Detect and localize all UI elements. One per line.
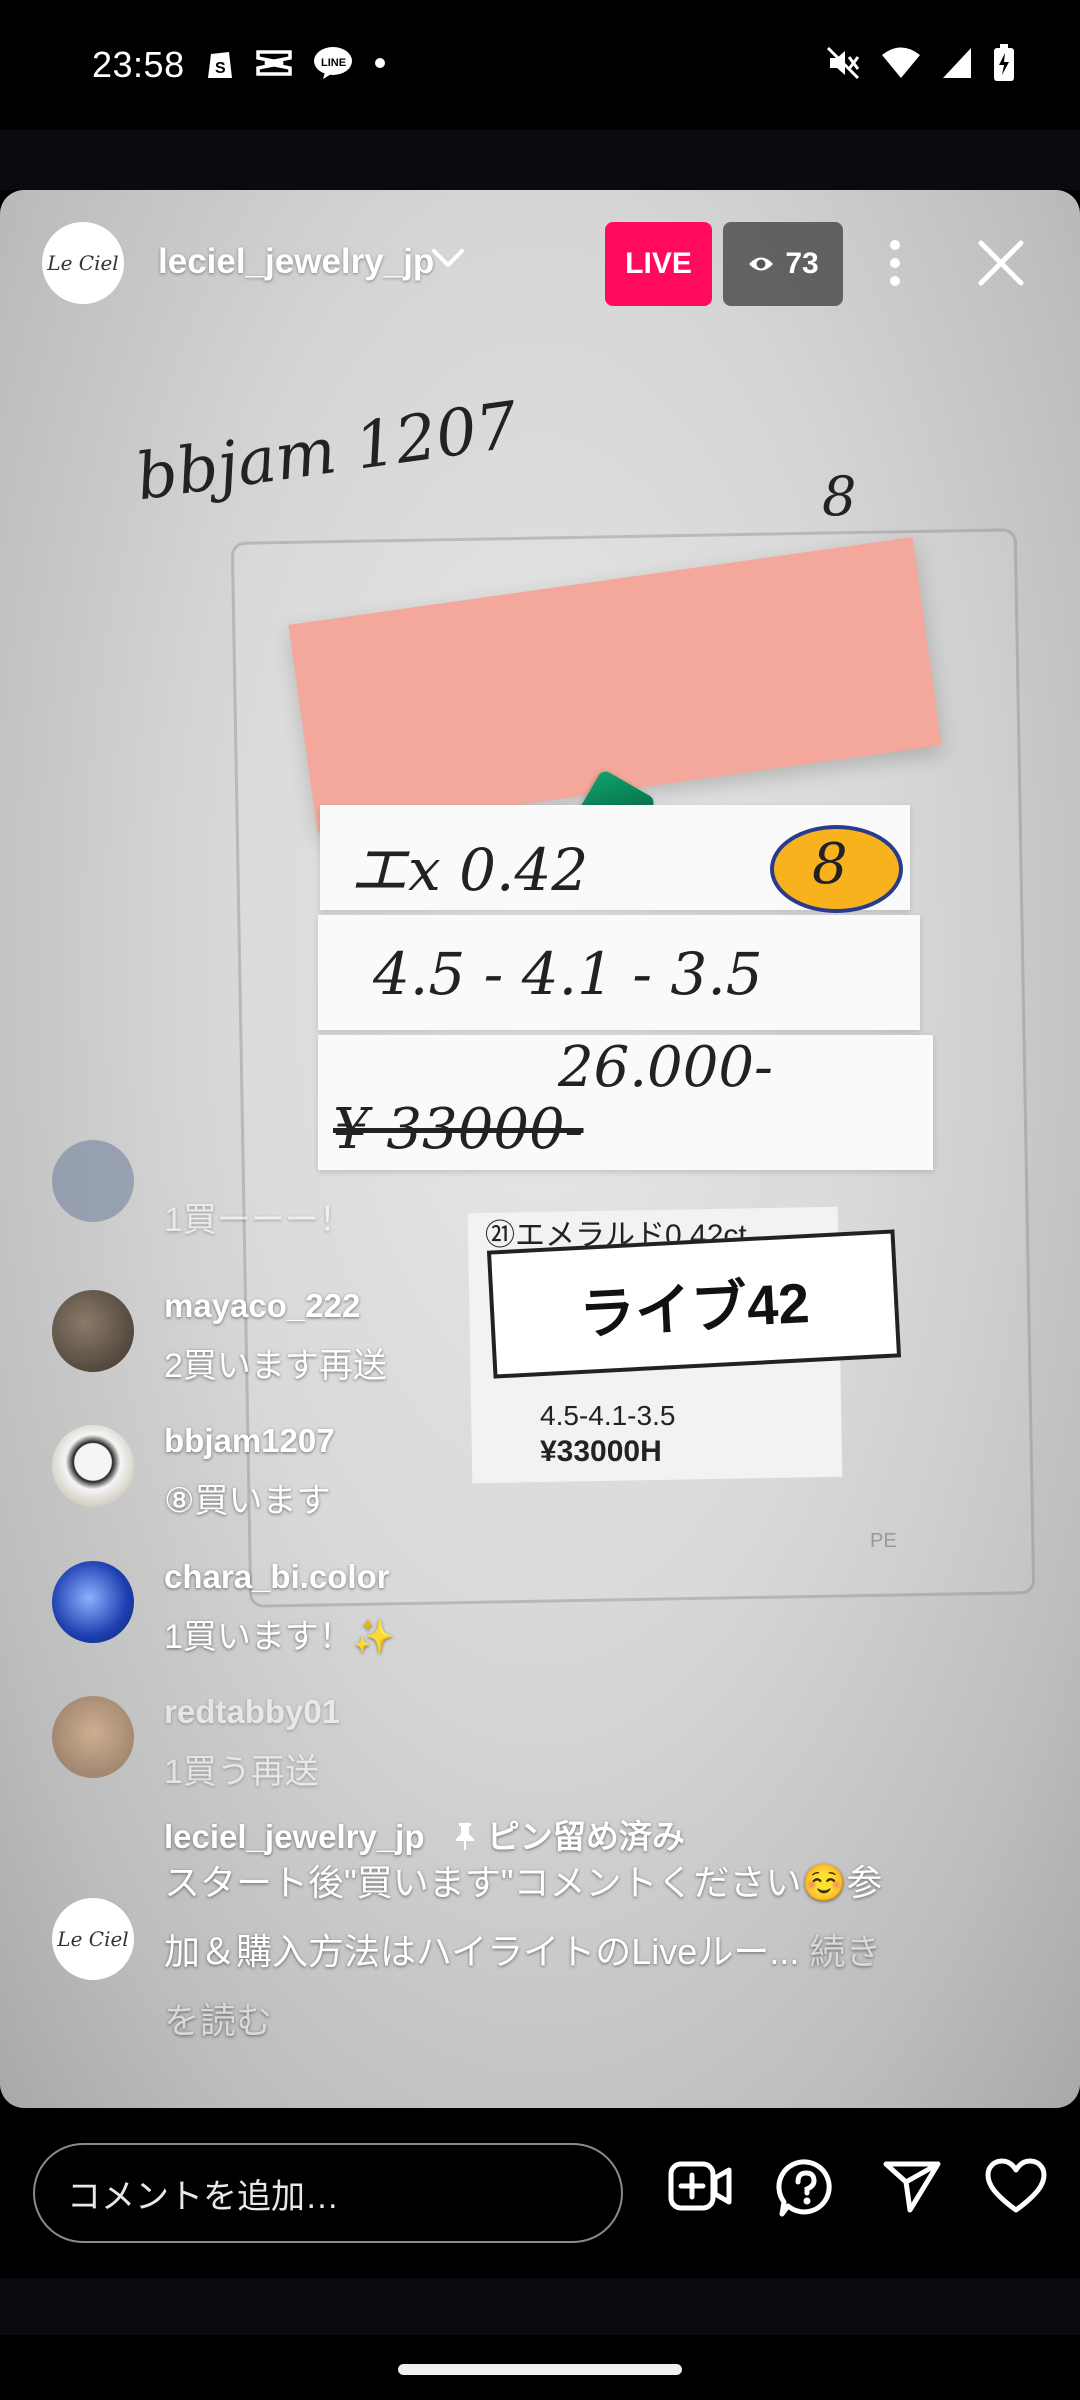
host-username[interactable]: leciel_jewelry_jp <box>158 242 434 282</box>
label-strip-price: 26.000- ¥ 33000- <box>318 1035 933 1170</box>
viewer-count: 73 <box>785 247 819 280</box>
close-icon[interactable] <box>973 235 1029 291</box>
sticker-number: 8 <box>812 832 848 897</box>
avatar[interactable]: Le Ciel <box>52 1898 134 1980</box>
avatar[interactable] <box>52 1561 134 1643</box>
more-options-icon[interactable] <box>880 235 910 291</box>
avatar[interactable] <box>52 1696 134 1778</box>
chevron-down-icon[interactable] <box>430 245 466 271</box>
bottom-bar: コメントを追加… <box>0 2108 1080 2278</box>
send-icon[interactable] <box>882 2158 942 2214</box>
comment-input[interactable]: コメントを追加… <box>33 2143 623 2243</box>
status-bar: 23:58 S LINE <box>0 0 1080 130</box>
strip-dimensions-text: 4.5 - 4.1 - 3.5 <box>373 940 763 1008</box>
battery-charging-icon <box>994 44 1014 81</box>
label-strip-dimensions: 4.5 - 4.1 - 3.5 <box>318 915 920 1030</box>
live-header: Le Ciel leciel_jewelry_jp LIVE 73 <box>0 190 1080 340</box>
wifi-icon <box>882 47 920 78</box>
comment-text: ⑧買います <box>164 1482 331 1520</box>
mute-icon <box>826 46 860 80</box>
pin-icon <box>455 1823 474 1850</box>
comment-item[interactable]: chara_bi.color 1買います！✨ <box>52 1558 1052 1656</box>
line-icon: LINE <box>314 47 352 79</box>
note-number: 8 <box>822 465 857 528</box>
host-logo-text: Le Ciel <box>47 251 119 275</box>
bottom-band <box>0 2278 1080 2335</box>
host-avatar[interactable]: Le Ciel <box>42 222 124 304</box>
signal-icon <box>943 48 971 78</box>
pinned-text-block: スタート後"買います"コメントください☺️参加＆購入方法はハイライトのLiveル… <box>164 1848 904 2055</box>
comment-username[interactable]: mayaco_222 <box>164 1287 360 1325</box>
comment-username[interactable]: chara_bi.color <box>164 1558 390 1596</box>
strip-weight-text: エx 0.42 <box>350 836 589 904</box>
comment-text: 1買う再送 <box>164 1753 319 1791</box>
pinned-comment[interactable]: Le Ciel leciel_jewelry_jp ピン留め済み スタート後"買… <box>52 1810 1052 2041</box>
add-video-icon[interactable] <box>667 2158 733 2214</box>
comment-text: 2買います再送 <box>164 1347 387 1385</box>
comment-username[interactable]: redtabby01 <box>164 1693 340 1731</box>
new-price-text: 26.000- <box>558 1035 773 1100</box>
svg-text:LINE: LINE <box>321 57 346 69</box>
heart-icon[interactable] <box>984 2158 1048 2214</box>
comment-username[interactable]: bbjam1207 <box>164 1422 335 1460</box>
dot-icon <box>375 58 385 68</box>
viewer-count-badge[interactable]: 73 <box>723 222 843 306</box>
home-indicator[interactable] <box>398 2364 682 2375</box>
shopify-icon: S <box>208 52 232 78</box>
status-right-icons <box>825 44 1015 82</box>
avatar[interactable] <box>52 1425 134 1507</box>
card-mark: PE <box>870 1530 897 1552</box>
comment-item[interactable]: mayaco_222 2買います再送 <box>52 1287 1052 1385</box>
pinned-text: スタート後"買います"コメントください☺️参加＆購入方法はハイライトのLiveル… <box>164 1862 883 1972</box>
status-time: 23:58 <box>92 44 185 85</box>
avatar <box>52 1140 134 1222</box>
status-left-icons: S LINE <box>205 46 387 80</box>
comment-item[interactable]: bbjam1207 ⑧買います <box>52 1422 1052 1520</box>
comment-text: 1買います！✨ <box>164 1618 396 1656</box>
capcut-icon <box>256 50 292 76</box>
svg-text:S: S <box>215 60 226 77</box>
pinned-avatar-logo: Le Ciel <box>57 1927 129 1951</box>
avatar[interactable] <box>52 1290 134 1372</box>
question-icon[interactable] <box>776 2158 836 2218</box>
comment-item[interactable]: redtabby01 1買う再送 <box>52 1693 1052 1791</box>
live-badge: LIVE <box>605 222 712 306</box>
note-text: bbjam 1207 <box>131 388 523 516</box>
old-price-text: ¥ 33000- <box>333 1097 584 1162</box>
comment-text: 1買ーーー！ <box>164 1201 353 1239</box>
comment-item: 1買ーーー！ <box>52 1140 1052 1239</box>
top-band <box>0 130 1080 190</box>
eye-icon <box>749 257 774 271</box>
